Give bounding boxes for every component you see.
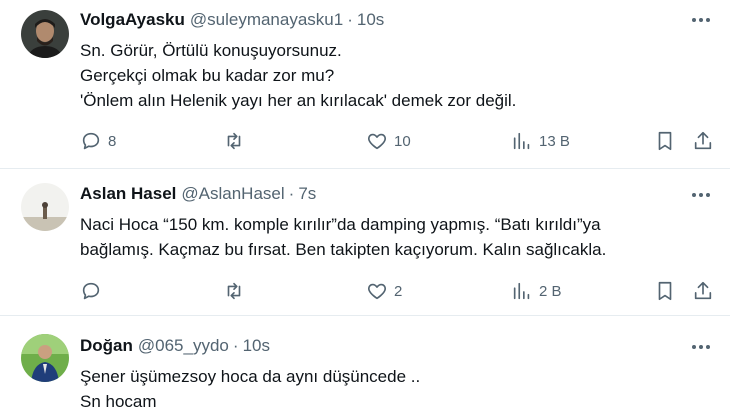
tweet-text-line: Sn. Görür, Örtülü konuşuyorsunuz. <box>80 41 342 60</box>
views-icon <box>513 282 530 300</box>
reply-icon <box>82 282 100 300</box>
bookmark-icon <box>658 131 672 151</box>
timestamp[interactable]: 10s <box>357 10 384 30</box>
tweet[interactable]: Aslan Hasel @AslanHasel · 7s Naci Hoca “… <box>0 169 730 315</box>
separator-dot: · <box>232 336 239 355</box>
timestamp[interactable]: 7s <box>298 184 316 204</box>
reply-button[interactable]: 8 <box>80 129 116 153</box>
retweet-button[interactable] <box>223 129 245 153</box>
tweet-text-line: bağlamış. Kaçmaz bu fırsat. Ben takipten… <box>80 240 607 259</box>
bookmark-button[interactable] <box>654 129 676 153</box>
user-handle[interactable]: @065_yydo <box>138 336 229 356</box>
avatar[interactable] <box>21 10 69 58</box>
retweet-icon <box>227 132 241 150</box>
tweet-header: Doğan @065_yydo · 10s <box>80 336 270 356</box>
views-button[interactable]: 2 B <box>511 279 562 303</box>
tweet[interactable]: Doğan @065_yydo · 10s Şener üşümezsoy ho… <box>0 316 730 420</box>
share-button[interactable] <box>692 279 714 303</box>
reply-button[interactable] <box>80 279 102 303</box>
more-icon[interactable] <box>690 12 712 28</box>
tweet-text-line: Şener üşümezsoy hoca da aynı düşüncede .… <box>80 367 421 386</box>
retweet-button[interactable] <box>223 279 245 303</box>
more-icon[interactable] <box>690 339 712 355</box>
tweet-text-line: Gerçekçi olmak bu kadar zor mu? <box>80 66 335 85</box>
share-icon <box>694 281 712 300</box>
reply-count: 8 <box>108 132 117 150</box>
heart-icon <box>368 133 386 150</box>
tweet-text-line: Sn hocam <box>80 392 157 411</box>
like-count: 10 <box>394 132 411 150</box>
like-count: 2 <box>394 282 403 300</box>
tweet-actions: 2 2 B <box>80 279 720 303</box>
heart-icon <box>368 283 386 300</box>
bookmark-button[interactable] <box>654 279 676 303</box>
share-icon <box>694 131 712 150</box>
bookmark-icon <box>658 281 672 301</box>
tweet-text-line: Naci Hoca “150 km. komple kırılır”da dam… <box>80 215 601 234</box>
tweet-text-line: 'Önlem alın Helenik yayı her an kırılaca… <box>80 91 517 110</box>
reply-icon <box>82 132 100 150</box>
separator-dot: · <box>288 184 295 203</box>
avatar[interactable] <box>21 183 69 231</box>
timestamp[interactable]: 10s <box>243 336 270 356</box>
display-name[interactable]: VolgaAyasku <box>80 10 185 30</box>
tweet-text: Şener üşümezsoy hoca da aynı düşüncede .… <box>80 364 420 414</box>
retweet-icon <box>227 282 241 300</box>
like-button[interactable]: 2 <box>366 279 402 303</box>
views-icon <box>513 132 530 150</box>
tweet-text: Naci Hoca “150 km. komple kırılır”da dam… <box>80 212 606 262</box>
avatar[interactable] <box>21 334 69 382</box>
user-handle[interactable]: @AslanHasel <box>181 184 284 204</box>
display-name[interactable]: Aslan Hasel <box>80 184 176 204</box>
share-button[interactable] <box>692 129 714 153</box>
views-count: 13 B <box>539 132 570 150</box>
display-name[interactable]: Doğan <box>80 336 133 356</box>
tweet-header: VolgaAyasku @suleymanayasku1 · 10s <box>80 10 384 30</box>
user-handle[interactable]: @suleymanayasku1 <box>190 10 343 30</box>
tweet-actions: 8 10 13 B <box>80 129 720 153</box>
like-button[interactable]: 10 <box>366 129 411 153</box>
tweet[interactable]: VolgaAyasku @suleymanayasku1 · 10s Sn. G… <box>0 0 730 168</box>
tweet-text: Sn. Görür, Örtülü konuşuyorsunuz. Gerçek… <box>80 38 516 113</box>
views-count: 2 B <box>539 282 562 300</box>
separator-dot: · <box>347 10 353 29</box>
tweet-header: Aslan Hasel @AslanHasel · 7s <box>80 184 316 204</box>
views-button[interactable]: 13 B <box>511 129 570 153</box>
more-icon[interactable] <box>690 187 712 203</box>
